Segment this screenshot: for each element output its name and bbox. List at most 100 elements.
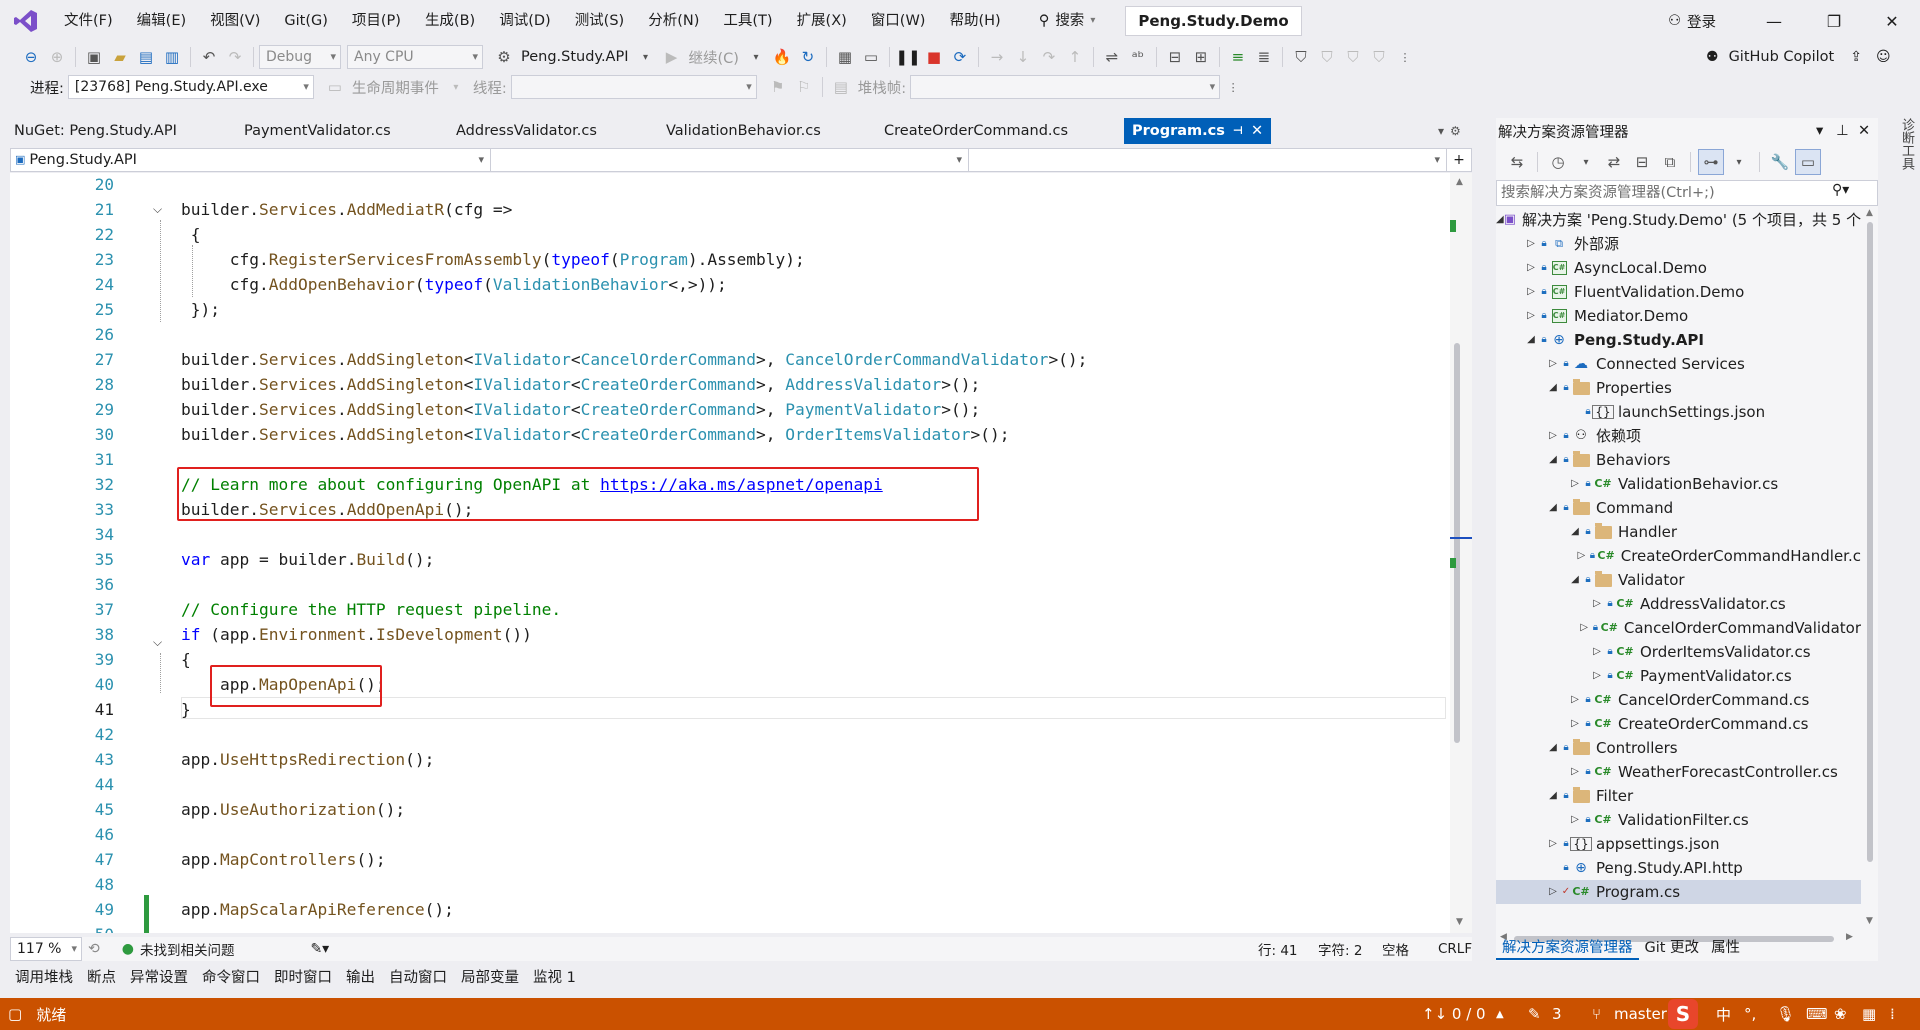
chevron-up-icon[interactable]: ▲	[1496, 1009, 1504, 1020]
continue-button[interactable]: 继续(C)	[685, 47, 743, 68]
tree-node[interactable]: ▷ 🔒︎ C# AddressValidator.cs	[1496, 592, 1861, 616]
share-icon[interactable]: ⇪	[1850, 49, 1862, 65]
code-cleanup-icon[interactable]: ✎▾	[310, 941, 329, 957]
github-copilot-button[interactable]: ⚉ GitHub Copilot ⇪ ☺	[1706, 42, 1891, 72]
restart-icon[interactable]: ↻	[795, 44, 821, 70]
collapse-arrow-icon[interactable]: ◢	[1496, 208, 1504, 232]
tree-node[interactable]: ▷ 🔒︎ C# PaymentValidator.cs	[1496, 664, 1861, 688]
visual-studio-logo-icon[interactable]	[0, 0, 52, 42]
code-editor[interactable]: 20 21 22 23 24 25 26 27 28 29 30 31 32 33 34 35 36 37 38 39…	[10, 173, 1450, 933]
expand-arrow-icon[interactable]: ▷	[1578, 616, 1590, 640]
pin-icon[interactable]: ⊥	[1836, 123, 1849, 139]
scroll-down-icon[interactable]: ▼	[1866, 916, 1873, 926]
menu-item[interactable]: Git(G)	[272, 0, 340, 42]
split-editor-icon[interactable]: +	[1447, 149, 1471, 171]
comment-icon[interactable]: ⊞	[1188, 44, 1214, 70]
issues-label[interactable]: 未找到相关问题	[140, 939, 235, 959]
tool-window-tab[interactable]: 监视 1	[526, 965, 583, 991]
chevron-down-icon[interactable]: ▾	[633, 44, 659, 70]
tree-node[interactable]: ◢ 🔒︎ Filter	[1496, 784, 1861, 808]
expand-arrow-icon[interactable]: ▷	[1546, 352, 1560, 376]
tree-node[interactable]: ▷ 🔒︎ C# CreateOrderCommand.cs	[1496, 712, 1861, 736]
menu-grid-icon[interactable]: ⁞	[1890, 1005, 1895, 1023]
expand-arrow-icon[interactable]: ▷	[1524, 280, 1538, 304]
step-out-icon[interactable]: ↑	[1062, 44, 1088, 70]
expand-arrow-icon[interactable]: ▷	[1575, 544, 1587, 568]
step-into-icon[interactable]: ↓	[1010, 44, 1036, 70]
ime-language[interactable]: 中	[1716, 1004, 1731, 1025]
stop-icon[interactable]: ■	[921, 44, 947, 70]
type-nav-select[interactable]	[491, 149, 969, 171]
tool-window-tab[interactable]: 自动窗口	[382, 965, 454, 991]
menu-item[interactable]: 扩展(X)	[785, 0, 859, 42]
wrench-icon[interactable]: 🔧	[1767, 149, 1793, 175]
tree-node[interactable]: ◢ 🔒︎ Handler	[1496, 520, 1861, 544]
document-tab[interactable]: AddressValidator.cs	[452, 118, 662, 144]
startup-project-select[interactable]: Peng.Study.API	[517, 49, 633, 65]
tree-node[interactable]: ◢ 🔒︎ Properties	[1496, 376, 1861, 400]
output-icon[interactable]: ▢	[8, 1005, 22, 1023]
expand-arrow-icon[interactable]: ▷	[1590, 664, 1604, 688]
back-icon[interactable]: ⊖	[18, 44, 44, 70]
filter-icon[interactable]: ⊶	[1698, 149, 1724, 175]
settings-icon[interactable]: ⚙	[1450, 124, 1461, 138]
editor-vertical-scrollbar[interactable]: ▲ ▼	[1450, 173, 1472, 933]
hot-reload-icon[interactable]: 🔥	[769, 44, 795, 70]
tree-node[interactable]: ▷ 🔒︎ ⧉ 外部源	[1496, 232, 1861, 256]
gift-icon[interactable]: ❀	[1834, 1005, 1847, 1023]
history-icon[interactable]: ◷	[1545, 149, 1571, 175]
tab-list-icon[interactable]: ▾	[1438, 124, 1444, 138]
expand-arrow-icon[interactable]: ▷	[1568, 472, 1582, 496]
line-indicator[interactable]: 行: 41	[1258, 939, 1298, 959]
collapse-arrow-icon[interactable]: ◢	[1546, 448, 1560, 472]
pin-icon[interactable]: ⊣	[1233, 118, 1243, 144]
tree-node[interactable]: ▷ ✓ C# Program.cs	[1496, 880, 1861, 904]
brush-icon[interactable]: ⟲	[88, 941, 100, 957]
forward-icon[interactable]: ⊕	[44, 44, 70, 70]
collapse-arrow-icon[interactable]: ◢	[1568, 568, 1582, 592]
hex-icon[interactable]: ⇌	[1099, 44, 1125, 70]
menu-item[interactable]: 测试(S)	[563, 0, 637, 42]
restore-button[interactable]: ❐	[1806, 0, 1862, 42]
expand-arrow-icon[interactable]: ▷	[1590, 640, 1604, 664]
tree-node[interactable]: ▷ 🔒︎ C# CreateOrderCommandHandler.c	[1496, 544, 1861, 568]
expand-arrow-icon[interactable]: ▷	[1568, 760, 1582, 784]
scroll-up-icon[interactable]: ▲	[1866, 208, 1873, 218]
solution-explorer-search-input[interactable]: 搜索解决方案资源管理器(Ctrl+;)	[1496, 180, 1878, 206]
platform-select[interactable]: Any CPU	[347, 45, 483, 69]
tree-node[interactable]: ▷ 🔒︎ ☁ Connected Services	[1496, 352, 1861, 376]
flag-icon[interactable]: ⚑	[765, 74, 791, 100]
apps-icon[interactable]: ▦	[1862, 1005, 1876, 1023]
toolbar-overflow-icon[interactable]: ⋮	[1220, 74, 1246, 100]
tool-window-tab[interactable]: 命令窗口	[195, 965, 267, 991]
menu-item[interactable]: 项目(P)	[340, 0, 413, 42]
tool-window-tab[interactable]: 异常设置	[123, 965, 195, 991]
layout-icon[interactable]: ▭	[858, 44, 884, 70]
tree-node[interactable]: ▷ 🔒︎ C# FluentValidation.Demo	[1496, 280, 1861, 304]
menu-item[interactable]: 编辑(E)	[125, 0, 198, 42]
tree-vertical-scrollbar[interactable]: ▲ ▼	[1862, 208, 1878, 930]
expand-arrow-icon[interactable]: ▷	[1590, 592, 1604, 616]
tree-node[interactable]: ◢ 🔒︎ Command	[1496, 496, 1861, 520]
menu-item[interactable]: 生成(B)	[413, 0, 487, 42]
microphone-icon[interactable]: 🎙	[1776, 1005, 1795, 1023]
process-select[interactable]: [23768] Peng.Study.API.exe	[67, 75, 314, 99]
collapse-arrow-icon[interactable]: ◢	[1546, 784, 1560, 808]
ime-logo-icon[interactable]: S	[1668, 999, 1698, 1029]
show-next-statement-icon[interactable]: →	[984, 44, 1010, 70]
branch-name[interactable]: master	[1614, 1005, 1667, 1023]
tool-window-tab[interactable]: 即时窗口	[267, 965, 339, 991]
undo-icon[interactable]: ↶	[196, 44, 222, 70]
scroll-thumb[interactable]	[1867, 222, 1873, 862]
member-nav-select[interactable]	[969, 149, 1447, 171]
bookmark-clear-icon[interactable]: ⛉	[1366, 44, 1392, 70]
spell-check-icon[interactable]: ᵃᵇ	[1125, 44, 1151, 70]
sync-indicator[interactable]: ↑↓ 0 / 0	[1422, 1005, 1486, 1023]
menu-item[interactable]: 窗口(W)	[859, 0, 938, 42]
browser-icon[interactable]: ▦	[832, 44, 858, 70]
whitespace-indicator[interactable]: 空格	[1382, 939, 1409, 959]
scroll-thumb[interactable]	[1454, 343, 1460, 743]
diagnostic-tools-rail[interactable]: 诊断工具	[1888, 118, 1916, 238]
tree-node[interactable]: ▷ 🔒︎{} appsettings.json	[1496, 832, 1861, 856]
tree-node[interactable]: ▷ 🔒︎ ⚇ 依赖项	[1496, 424, 1861, 448]
